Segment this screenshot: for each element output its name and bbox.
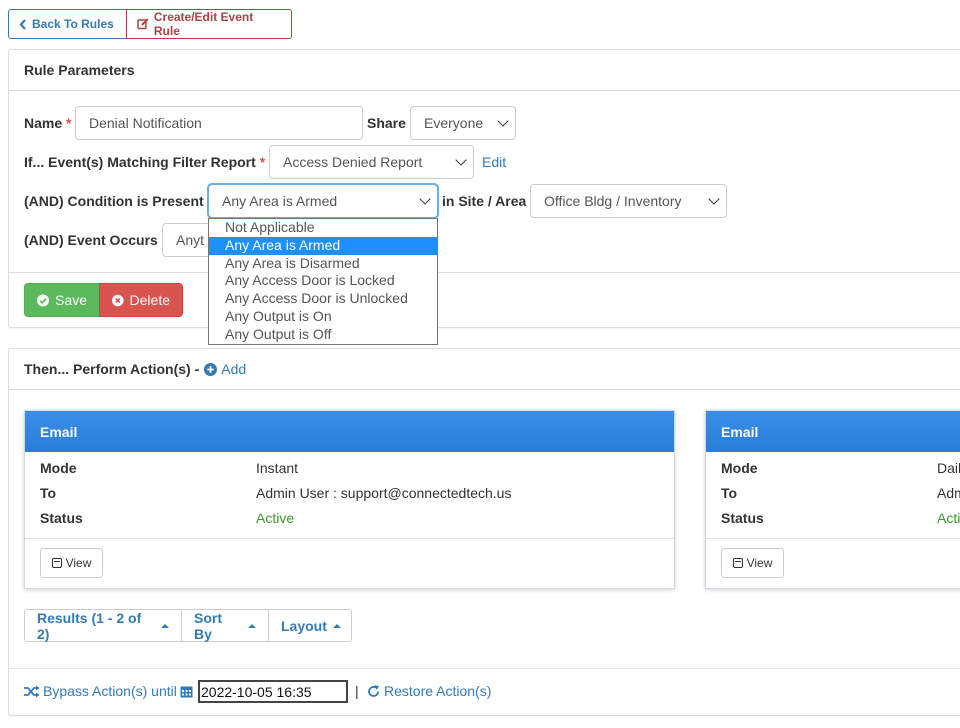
filter-report-select[interactable]: Access Denied Report	[269, 145, 474, 179]
delete-label: Delete	[129, 292, 170, 308]
rule-parameters-title: Rule Parameters	[9, 50, 960, 91]
edit-filter-link[interactable]: Edit	[482, 154, 506, 170]
to-value: Adm	[937, 485, 960, 501]
view-action-button[interactable]: View	[40, 548, 103, 578]
condition-select-value: Any Area is Armed	[222, 193, 338, 209]
restore-label: Restore Action(s)	[384, 683, 492, 699]
condition-option-any-area-disarmed[interactable]: Any Area is Disarmed	[209, 255, 437, 273]
bypass-date-input[interactable]: 2022-10-05 16:35	[198, 680, 348, 703]
add-action-label: Add	[221, 361, 247, 377]
site-area-select[interactable]: Office Bldg / Inventory	[530, 184, 727, 218]
name-input-value: Denial Notification	[89, 115, 202, 131]
view-label: View	[65, 556, 92, 570]
calendar-icon	[180, 686, 193, 697]
create-edit-event-rule-label: Create/Edit Event Rule	[153, 10, 254, 38]
actions-panel-header: Then... Perform Action(s) - Add	[9, 349, 960, 390]
mode-value: Dail	[937, 460, 960, 476]
panel-footer-divider	[8, 272, 960, 273]
bypass-actions-link[interactable]: Bypass Action(s) until	[24, 683, 193, 699]
bypass-date-value: 2022-10-05 16:35	[201, 683, 312, 700]
name-input[interactable]: Denial Notification	[75, 106, 363, 140]
to-label: To	[721, 485, 738, 501]
chevron-down-icon	[419, 193, 431, 205]
action-card-title: Email	[25, 411, 674, 452]
chevron-down-icon	[708, 193, 720, 205]
sort-by-button[interactable]: Sort By	[181, 609, 269, 642]
caret-up-icon	[248, 623, 256, 628]
results-label: Results (1 - 2 of 2)	[37, 609, 142, 642]
filter-report-label: If... Event(s) Matching Filter Report *	[24, 154, 265, 170]
condition-option-any-output-off[interactable]: Any Output is Off	[209, 326, 437, 344]
refresh-icon	[368, 684, 379, 697]
to-value: Admin User : support@connectedtech.us	[256, 485, 512, 501]
mode-label: Mode	[721, 460, 758, 476]
condition-option-any-area-armed[interactable]: Any Area is Armed	[209, 236, 437, 255]
share-select[interactable]: Everyone	[410, 106, 516, 140]
delete-button[interactable]: Delete	[99, 283, 183, 317]
window-icon	[732, 558, 743, 568]
actions-title: Then... Perform Action(s) -	[24, 361, 200, 377]
save-button[interactable]: Save	[24, 283, 100, 317]
footer-divider	[8, 668, 960, 669]
view-action-button[interactable]: View	[721, 548, 784, 578]
name-label: Name *	[24, 115, 71, 131]
save-label: Save	[55, 292, 87, 308]
back-to-rules-button[interactable]: Back To Rules	[8, 9, 127, 39]
caret-up-icon	[161, 623, 169, 628]
event-occurs-select-value: Anyt	[176, 232, 205, 248]
name-label-text: Name	[24, 115, 63, 131]
required-mark: *	[259, 154, 266, 170]
filter-report-select-value: Access Denied Report	[283, 154, 423, 170]
condition-option-any-door-locked[interactable]: Any Access Door is Locked	[209, 272, 437, 290]
status-value: Active	[256, 510, 295, 526]
sort-by-label: Sort By	[194, 609, 222, 642]
back-to-rules-label: Back To Rules	[32, 17, 114, 31]
condition-dropdown-list[interactable]: Not Applicable Any Area is Armed Any Are…	[208, 218, 438, 345]
to-label: To	[40, 485, 57, 501]
site-area-label: in Site / Area	[442, 193, 527, 209]
event-occurs-label: (AND) Event Occurs	[24, 232, 158, 248]
bypass-label: Bypass Action(s) until	[43, 683, 177, 699]
chevron-down-icon	[455, 154, 467, 166]
layout-button[interactable]: Layout	[268, 609, 352, 642]
mode-label: Mode	[40, 460, 77, 476]
condition-select[interactable]: Any Area is Armed	[208, 184, 438, 218]
condition-option-any-door-unlocked[interactable]: Any Access Door is Unlocked	[209, 290, 437, 308]
required-mark: *	[66, 115, 72, 131]
layout-label: Layout	[281, 617, 327, 634]
action-card-email-2: Email Mode Dail To Adm Status Acti View	[705, 410, 960, 589]
view-label: View	[746, 556, 773, 570]
action-card-email-1: Email Mode Instant To Admin User : suppo…	[24, 410, 675, 589]
share-select-value: Everyone	[424, 115, 484, 131]
edit-icon	[137, 18, 149, 30]
create-edit-event-rule-button[interactable]: Create/Edit Event Rule	[126, 9, 292, 39]
chevron-left-icon	[19, 18, 26, 30]
action-card-title: Email	[706, 411, 960, 452]
check-circle-icon	[37, 293, 50, 307]
status-value: Acti	[937, 510, 960, 526]
random-icon	[24, 685, 40, 697]
results-dropdown-button[interactable]: Results (1 - 2 of 2)	[24, 609, 182, 642]
site-area-select-value: Office Bldg / Inventory	[544, 193, 682, 209]
separator: |	[355, 683, 359, 699]
plus-circle-icon	[204, 362, 218, 376]
chevron-down-icon	[497, 115, 509, 127]
restore-actions-link[interactable]: Restore Action(s)	[367, 683, 491, 699]
add-action-link[interactable]: Add	[204, 361, 246, 377]
status-label: Status	[40, 510, 83, 526]
card-divider	[25, 538, 674, 539]
filter-report-label-text: If... Event(s) Matching Filter Report	[24, 154, 256, 170]
caret-up-icon	[332, 623, 341, 628]
condition-option-any-output-on[interactable]: Any Output is On	[209, 308, 437, 326]
status-label: Status	[721, 510, 764, 526]
mode-value: Instant	[256, 460, 299, 476]
share-label: Share	[367, 115, 406, 131]
condition-label: (AND) Condition is Present	[24, 193, 204, 209]
window-icon	[51, 558, 62, 568]
card-divider	[706, 538, 960, 539]
times-circle-icon	[112, 294, 124, 306]
condition-option-not-applicable[interactable]: Not Applicable	[209, 219, 437, 237]
